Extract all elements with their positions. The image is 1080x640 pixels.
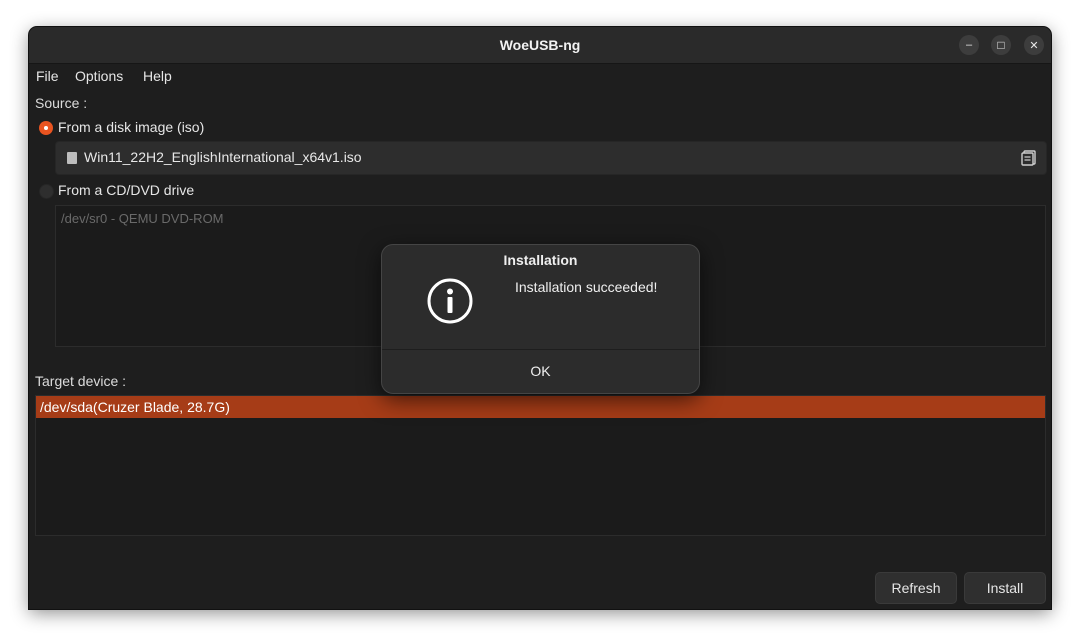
info-icon xyxy=(427,278,473,324)
menu-help[interactable]: Help xyxy=(143,68,172,84)
folder-browse-icon[interactable] xyxy=(1020,149,1038,167)
target-device-label: Target device : xyxy=(35,373,127,389)
menu-file[interactable]: File xyxy=(36,68,59,84)
refresh-button[interactable]: Refresh xyxy=(875,572,957,604)
minimize-icon: – xyxy=(965,39,973,51)
dialog-message: Installation succeeded! xyxy=(515,279,658,295)
disk-image-option-label[interactable]: From a disk image (iso) xyxy=(58,119,204,135)
close-icon: ✕ xyxy=(1029,39,1039,52)
ok-button[interactable]: OK xyxy=(382,350,699,392)
file-icon xyxy=(67,152,77,164)
cd-drive-radio[interactable] xyxy=(39,184,54,199)
cd-drive-option-label[interactable]: From a CD/DVD drive xyxy=(58,182,194,198)
menu-options[interactable]: Options xyxy=(75,68,123,84)
installation-dialog: Installation Installation succeeded! OK xyxy=(381,244,700,394)
menu-bar: File Options Help xyxy=(29,64,1051,90)
minimize-button[interactable]: – xyxy=(959,35,979,55)
window-title: WoeUSB-ng xyxy=(499,37,581,53)
maximize-button[interactable]: □ xyxy=(991,35,1011,55)
close-button[interactable]: ✕ xyxy=(1024,35,1044,55)
target-device-list: /dev/sda(Cruzer Blade, 28.7G) xyxy=(35,395,1046,536)
iso-file-chooser[interactable]: Win11_22H2_EnglishInternational_x64v1.is… xyxy=(55,141,1047,175)
disk-image-radio[interactable] xyxy=(39,121,53,135)
iso-filename: Win11_22H2_EnglishInternational_x64v1.is… xyxy=(84,149,362,165)
source-label: Source : xyxy=(35,95,88,111)
target-device-item[interactable]: /dev/sda(Cruzer Blade, 28.7G) xyxy=(36,396,1045,418)
list-item: /dev/sr0 - QEMU DVD-ROM xyxy=(61,211,224,226)
install-button[interactable]: Install xyxy=(964,572,1046,604)
maximize-icon: □ xyxy=(997,38,1005,52)
title-bar[interactable]: WoeUSB-ng – □ ✕ xyxy=(29,27,1051,64)
dialog-title: Installation xyxy=(503,252,578,268)
